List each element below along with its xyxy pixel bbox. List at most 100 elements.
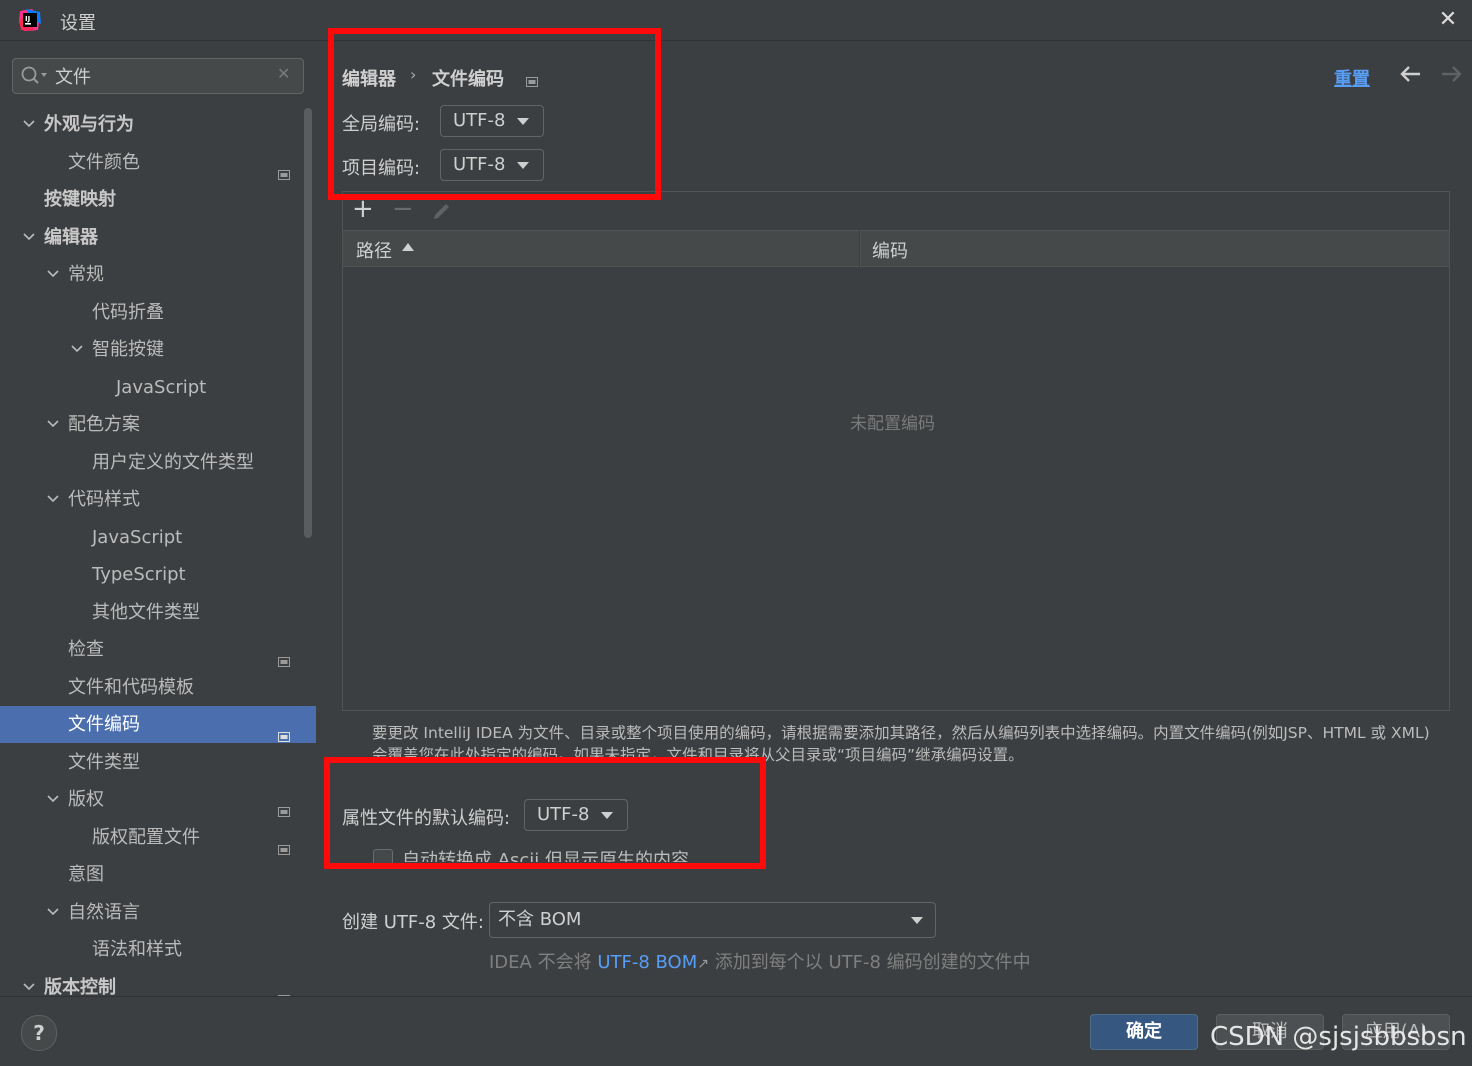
properties-encoding-label: 属性文件的默认编码: — [342, 808, 511, 829]
ascii-conversion-checkbox[interactable] — [373, 849, 393, 869]
chevron-down-icon[interactable] — [70, 342, 84, 356]
sidebar-item-label: JavaScript — [116, 376, 207, 398]
chevron-down-icon[interactable] — [22, 117, 36, 131]
sidebar-item-label: 语法和样式 — [92, 939, 182, 960]
bom-select[interactable]: 不含 BOM — [489, 902, 936, 938]
global-encoding-select[interactable]: UTF-8 — [440, 105, 544, 137]
window-title: 设置 — [60, 13, 96, 34]
search-input[interactable] — [53, 62, 277, 90]
project-scope-icon — [278, 718, 290, 742]
sidebar-item[interactable]: 版权配置文件 — [0, 819, 316, 856]
sidebar-item-label: 自然语言 — [68, 901, 140, 923]
bom-hint-suffix: 添加到每个以 UTF-8 编码创建的文件中 — [714, 952, 1031, 973]
bom-link[interactable]: UTF-8 BOM — [597, 952, 697, 973]
sidebar-item-label: 用户定义的文件类型 — [92, 451, 254, 473]
bom-hint: IDEA 不会将 UTF-8 BOM↗ 添加到每个以 UTF-8 编码创建的文件… — [489, 948, 1031, 974]
back-arrow-icon[interactable] — [1398, 60, 1424, 88]
sidebar-item[interactable]: 版本控制 — [0, 969, 316, 996]
chevron-down-icon[interactable] — [22, 980, 36, 994]
chevron-down-icon[interactable] — [46, 267, 60, 281]
help-button[interactable]: ? — [21, 1015, 57, 1051]
sidebar-item[interactable]: JavaScript — [0, 519, 316, 556]
edit-pencil-icon[interactable] — [432, 200, 452, 220]
ok-button[interactable]: 确定 — [1090, 1014, 1198, 1050]
sidebar-item-label: 其他文件类型 — [92, 601, 200, 623]
ascii-conversion-label[interactable]: 自动转换成 Ascii 但显示原生的内容 — [402, 848, 689, 862]
sidebar-item[interactable]: TypeScript — [0, 556, 316, 593]
sidebar-item-label: 配色方案 — [68, 414, 140, 435]
project-encoding-select[interactable]: UTF-8 — [440, 149, 544, 181]
project-scope-icon — [278, 156, 290, 180]
properties-encoding-select[interactable]: UTF-8 — [524, 799, 628, 831]
sidebar-item-label: 意图 — [68, 864, 104, 885]
sidebar-item[interactable]: 语法和样式 — [0, 931, 316, 968]
chevron-down-icon[interactable] — [46, 905, 60, 919]
svg-text:IJ: IJ — [25, 15, 30, 23]
sidebar-item[interactable]: 版权 — [0, 781, 316, 818]
sidebar-item[interactable]: 文件编码 — [0, 706, 316, 743]
column-header-encoding[interactable]: 编码 — [872, 237, 908, 263]
sidebar-item[interactable]: 编辑器 — [0, 219, 316, 256]
breadcrumb-parent[interactable]: 编辑器 — [342, 65, 396, 91]
project-scope-icon — [526, 71, 538, 87]
sidebar-item[interactable]: 自然语言 — [0, 894, 316, 931]
settings-sidebar: ✕ 外观与行为文件颜色按键映射编辑器常规代码折叠智能按键 JavaScript 配色… — [0, 41, 316, 996]
bom-value: 不含 BOM — [498, 909, 582, 930]
sidebar-item[interactable]: JavaScript — [0, 369, 316, 406]
global-encoding-value: UTF-8 — [453, 110, 506, 131]
sidebar-item-label: 文件颜色 — [68, 151, 140, 173]
sidebar-item[interactable]: 外观与行为 — [0, 106, 316, 143]
sidebar-item[interactable]: 其他文件类型 — [0, 594, 316, 631]
sidebar-item[interactable]: 用户定义的文件类型 — [0, 444, 316, 481]
sidebar-item[interactable]: 意图 — [0, 856, 316, 893]
sidebar-item[interactable]: 文件类型 — [0, 744, 316, 781]
sidebar-item[interactable]: 代码折叠 — [0, 294, 316, 331]
sidebar-item-label: 按键映射 — [44, 189, 116, 210]
sidebar-item[interactable]: 文件颜色 — [0, 144, 316, 181]
sidebar-item-label: 智能按键 — [92, 339, 164, 360]
path-encoding-table — [342, 191, 1450, 711]
sidebar-item[interactable]: 常规 — [0, 256, 316, 293]
chevron-down-icon[interactable] — [46, 492, 60, 506]
chevron-down-icon — [517, 162, 529, 169]
sidebar-item[interactable]: 按键映射 — [0, 181, 316, 218]
sidebar-item-label: 文件编码 — [68, 714, 140, 735]
add-icon[interactable]: + — [352, 196, 374, 222]
sidebar-scrollbar[interactable] — [304, 108, 312, 538]
sidebar-item[interactable]: 代码样式 — [0, 481, 316, 518]
sort-ascending-icon[interactable] — [402, 243, 414, 251]
intellij-logo-icon: IJ — [18, 8, 42, 32]
sidebar-item-label: 常规 — [68, 264, 104, 285]
sidebar-item-label: 代码样式 — [68, 489, 140, 510]
page-title: 文件编码 — [432, 69, 504, 90]
forward-arrow-icon[interactable] — [1438, 60, 1464, 88]
sidebar-item-label: 文件和代码模板 — [68, 676, 194, 698]
project-encoding-value: UTF-8 — [453, 154, 506, 175]
chevron-down-icon — [517, 118, 529, 125]
sidebar-item[interactable]: 检查 — [0, 631, 316, 668]
search-box[interactable]: ✕ — [12, 58, 304, 94]
external-link-icon: ↗ — [697, 956, 709, 972]
project-scope-icon — [278, 793, 290, 817]
footer-divider — [0, 996, 1472, 997]
sidebar-item-label: 版权 — [68, 789, 104, 810]
sidebar-item[interactable]: 配色方案 — [0, 406, 316, 443]
chevron-down-icon[interactable] — [46, 792, 60, 806]
table-empty-text: 未配置编码 — [850, 414, 935, 434]
chevron-down-icon — [601, 812, 613, 819]
sidebar-item[interactable]: 文件和代码模板 — [0, 669, 316, 706]
watermark: CSDN @sjsjsbbsbsn — [1210, 1022, 1467, 1052]
chevron-down-icon[interactable] — [22, 230, 36, 244]
description-text: 要更改 IntelliJ IDEA 为文件、目录或整个项目使用的编码，请根据需要… — [372, 724, 1430, 764]
column-header-encoding-bg — [860, 230, 1449, 267]
project-encoding-label: 项目编码: — [342, 158, 421, 179]
project-scope-icon — [278, 831, 290, 855]
clear-search-icon[interactable]: ✕ — [277, 64, 290, 83]
sidebar-item[interactable]: 智能按键 — [0, 331, 316, 368]
chevron-down-icon[interactable] — [46, 417, 60, 431]
reset-link[interactable]: 重置 — [1334, 65, 1370, 91]
sidebar-item-label: 版权配置文件 — [92, 826, 200, 848]
remove-icon[interactable]: − — [392, 196, 414, 222]
column-header-path[interactable]: 路径 — [356, 237, 392, 263]
close-icon[interactable]: ✕ — [1432, 4, 1464, 36]
